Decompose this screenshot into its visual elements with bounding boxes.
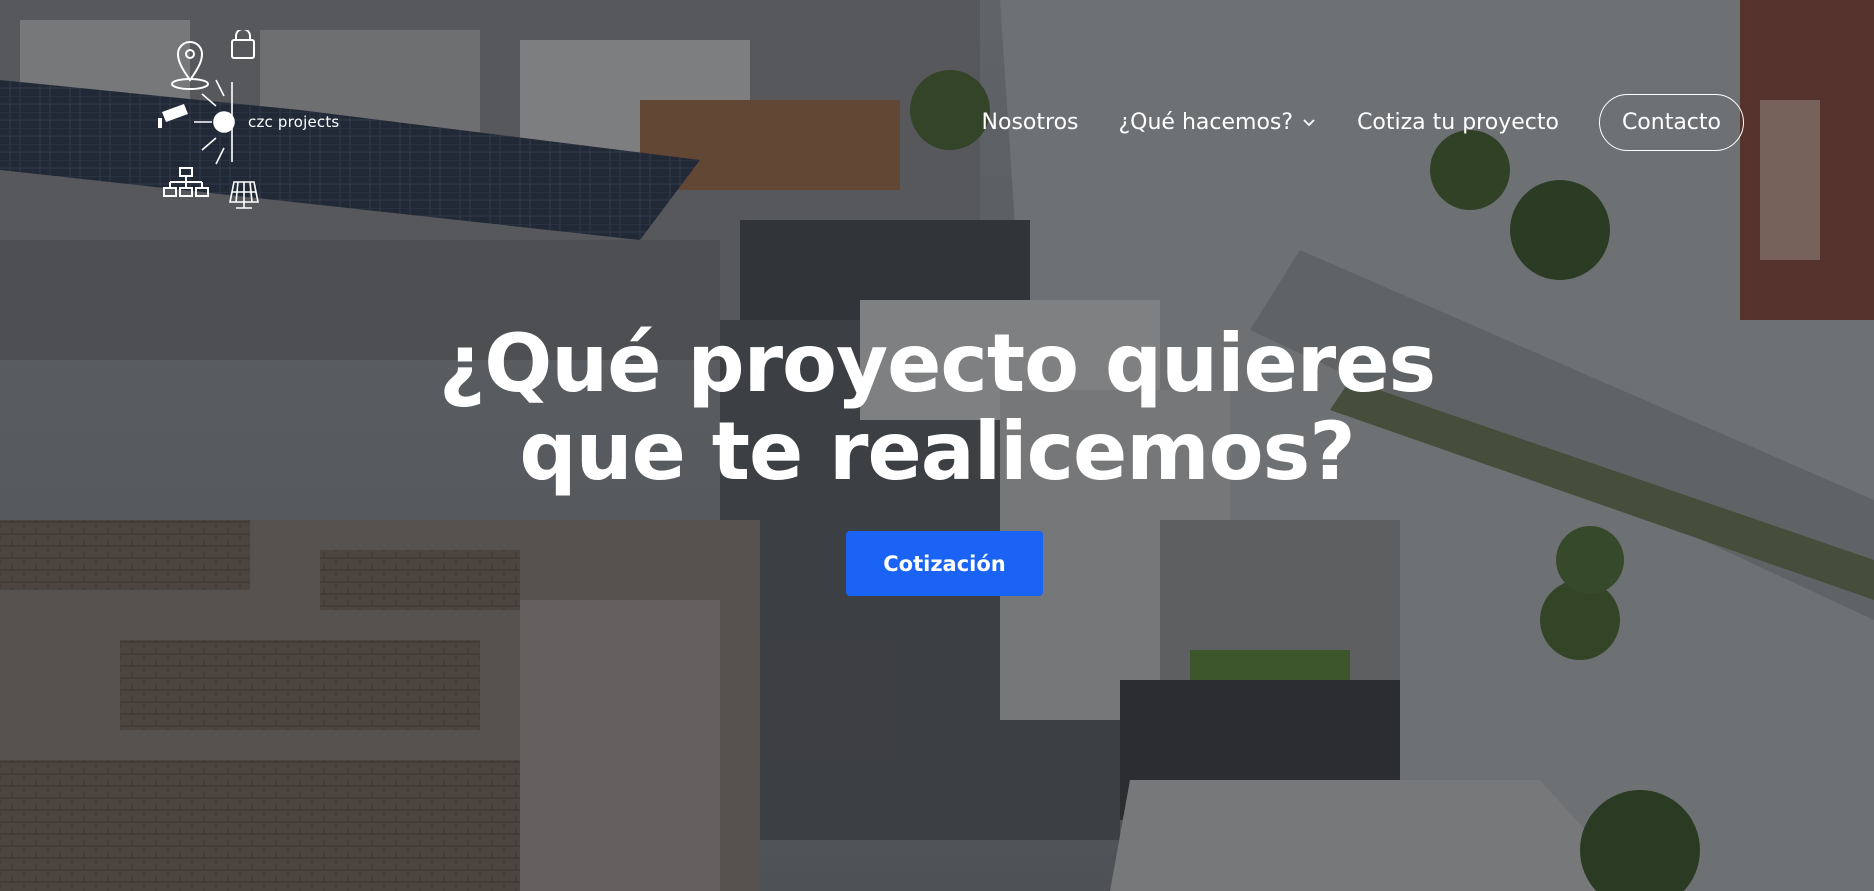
hero-section: czc projects Nosotros ¿Qué hacemos? Coti… — [0, 0, 1874, 891]
nav-item-label: Nosotros — [981, 109, 1079, 135]
nav-item-label: ¿Qué hacemos? — [1118, 109, 1294, 135]
nav-item-cotiza[interactable]: Cotiza tu proyecto — [1357, 110, 1559, 135]
cctv-camera-icon — [158, 104, 188, 128]
brand-name[interactable]: czc projects — [248, 113, 339, 131]
solar-panel-icon — [229, 181, 259, 209]
main-nav: Nosotros ¿Qué hacemos? Cotiza tu proyect… — [982, 93, 1744, 151]
nav-item-que-hacemos[interactable]: ¿Qué hacemos? — [1119, 110, 1318, 135]
hero-headline: ¿Qué proyecto quieres que te realicemos? — [0, 320, 1874, 496]
network-icon — [163, 167, 209, 197]
nav-item-label: Cotiza tu proyecto — [1357, 109, 1559, 135]
headline-line-2: que te realicemos? — [519, 405, 1355, 498]
location-pin-icon — [171, 41, 209, 90]
nav-item-nosotros[interactable]: Nosotros — [982, 110, 1079, 135]
headline-line-1: ¿Qué proyecto quieres — [438, 317, 1436, 410]
contact-button[interactable]: Contacto — [1598, 93, 1744, 151]
chevron-down-icon — [1303, 119, 1315, 127]
quote-button[interactable]: Cotización — [846, 531, 1043, 596]
lock-icon — [231, 30, 255, 59]
